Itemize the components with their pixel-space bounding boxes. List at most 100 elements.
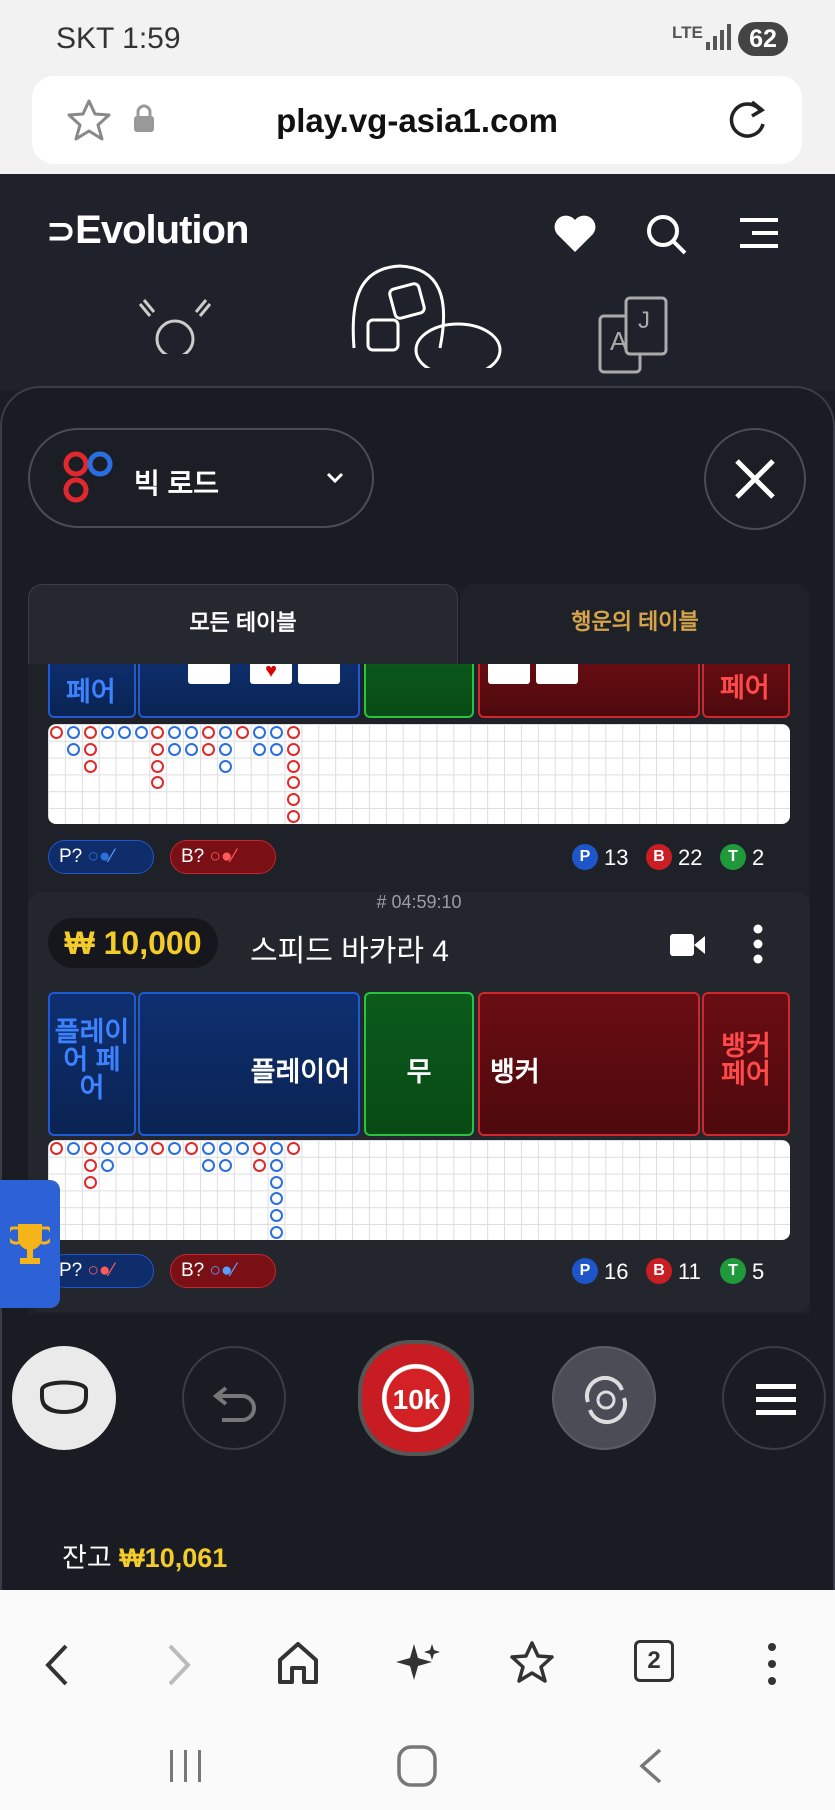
korea-flag-icon[interactable] <box>130 294 220 354</box>
table-name[interactable]: 스피드 바카라 4 <box>250 926 449 970</box>
chip-selector[interactable]: 10k <box>358 1340 474 1456</box>
banker-predict-button[interactable]: B? ○●⁄ <box>170 1254 276 1288</box>
road-bead <box>66 1142 80 1155</box>
url-text[interactable]: play.vg-asia1.com <box>32 102 802 140</box>
close-button[interactable] <box>704 428 806 530</box>
card <box>188 664 230 684</box>
tie-count: T2 <box>720 844 764 872</box>
road-bead <box>151 726 165 739</box>
tabs-button[interactable]: 2 <box>634 1640 674 1682</box>
tab-all-tables[interactable]: 모든 테이블 <box>28 584 458 664</box>
back-icon[interactable] <box>42 1642 72 1688</box>
tie-bet[interactable]: 무 <box>364 992 474 1136</box>
home-nav-icon[interactable] <box>396 1744 438 1788</box>
trophy-side-tab[interactable] <box>0 1180 60 1308</box>
road-bead <box>219 1142 232 1155</box>
road-bead <box>252 1158 266 1172</box>
road-bead <box>269 1142 283 1155</box>
status-bar: SKT 1:59 LTE 62 <box>0 0 835 76</box>
tab-lucky-tables[interactable]: 행운의 테이블 <box>460 584 810 664</box>
table-list[interactable]: 페어 ♥ ♣ ♣ ♣ 페어 P? ○●⁄ B? ○●⁄ P13 B22 T2 <box>28 664 810 1314</box>
battery-icon: 62 <box>738 22 788 56</box>
heart-icon[interactable] <box>553 214 597 254</box>
banker-pair-bet[interactable]: 페어 <box>702 664 790 718</box>
road-bead <box>151 742 165 756</box>
road-bead <box>269 1192 283 1206</box>
table-card[interactable]: 페어 ♥ ♣ ♣ ♣ 페어 P? ○●⁄ B? ○●⁄ P 13 B 22 T2 <box>28 664 810 896</box>
road-bead <box>151 776 165 790</box>
bet-label: 뱅커 페어 <box>721 1031 771 1089</box>
back-nav-icon[interactable] <box>636 1746 666 1786</box>
road-bead <box>117 726 131 739</box>
road-bead <box>185 726 199 739</box>
road-bead <box>202 1142 216 1155</box>
banker-bet[interactable]: ♣ ♣ <box>478 664 700 718</box>
undo-button[interactable] <box>182 1346 286 1450</box>
url-bar[interactable]: play.vg-asia1.com <box>32 76 802 164</box>
player-bet[interactable]: 플레이어 <box>138 992 360 1136</box>
more-vertical-icon[interactable] <box>752 924 764 964</box>
road-bead <box>100 1142 114 1155</box>
road-bead <box>219 742 232 756</box>
banker-bet[interactable]: 뱅커 <box>478 992 700 1136</box>
banker-predict-button[interactable]: B? ○●⁄ <box>170 840 276 874</box>
road-bead <box>252 726 266 739</box>
big-road-grid <box>48 724 790 824</box>
more-vertical-icon[interactable] <box>766 1642 778 1686</box>
brand-logo[interactable]: ⊃Evolution <box>46 208 249 253</box>
status-time: SKT 1:59 <box>56 22 181 55</box>
big-road-icon <box>63 451 113 503</box>
rebet-button[interactable] <box>552 1346 656 1450</box>
recent-apps-icon[interactable] <box>166 1746 206 1786</box>
road-bead <box>168 1142 182 1155</box>
road-bead <box>269 726 283 739</box>
road-bead <box>202 742 216 756</box>
reload-icon[interactable] <box>724 96 770 144</box>
chip-value: 10k <box>392 1384 440 1415</box>
big-road-grid <box>48 1140 790 1240</box>
system-nav-bar <box>0 1730 835 1810</box>
player-bet[interactable]: ♥ ♣ <box>138 664 360 718</box>
road-bead <box>286 793 300 807</box>
road-bead <box>235 726 249 739</box>
forward-icon[interactable] <box>164 1642 194 1688</box>
player-pair-bet[interactable]: 플레이어 페어 <box>48 992 136 1136</box>
dice-category-icon[interactable] <box>340 258 510 368</box>
search-icon[interactable] <box>644 212 688 256</box>
cards-category-icon[interactable]: AJ <box>596 294 686 374</box>
player-predict-button[interactable]: P? ○●⁄ <box>48 1254 154 1288</box>
balance-display: 잔고 ₩10,061 <box>62 1536 227 1575</box>
table-tabs: 모든 테이블 행운의 테이블 <box>28 584 810 664</box>
menu-button[interactable] <box>722 1346 826 1450</box>
bookmarks-icon[interactable] <box>510 1640 558 1686</box>
signal-icon <box>706 24 731 50</box>
road-bead <box>286 726 300 739</box>
table-view-button[interactable] <box>12 1346 116 1450</box>
road-bead <box>168 742 182 756</box>
player-pair-bet[interactable]: 페어 <box>48 664 136 718</box>
road-bead <box>117 1142 131 1155</box>
road-bead <box>83 759 97 773</box>
road-bead <box>286 759 300 773</box>
app-root: SKT 1:59 LTE 62 play.vg-asia1.com ⊃Evolu… <box>0 0 835 1810</box>
table-card[interactable]: # 04:59:10 ₩ 10,000 스피드 바카라 4 플레이어 페어 플레… <box>28 892 810 1312</box>
bet-label: 페어 <box>720 673 770 703</box>
road-bead <box>134 726 148 739</box>
player-predict-button[interactable]: P? ○●⁄ <box>48 840 154 874</box>
video-camera-icon[interactable] <box>670 932 706 958</box>
banker-pair-bet[interactable]: 뱅커 페어 <box>702 992 790 1136</box>
road-bead <box>202 726 216 739</box>
card-club: ♣ <box>488 664 530 684</box>
home-icon[interactable] <box>276 1640 320 1686</box>
ai-sparkle-icon[interactable] <box>394 1640 440 1686</box>
dropdown-label: 빅 로드 <box>134 468 220 499</box>
tie-bet[interactable] <box>364 664 474 718</box>
road-bead <box>83 1142 97 1155</box>
card-club: ♣ <box>536 664 578 684</box>
player-count: P 13 <box>572 844 628 872</box>
road-bead <box>286 742 300 756</box>
road-type-dropdown[interactable]: 빅 로드 <box>28 428 374 528</box>
road-bead <box>252 1142 266 1155</box>
menu-icon[interactable] <box>738 216 780 250</box>
road-bead <box>151 1142 165 1155</box>
